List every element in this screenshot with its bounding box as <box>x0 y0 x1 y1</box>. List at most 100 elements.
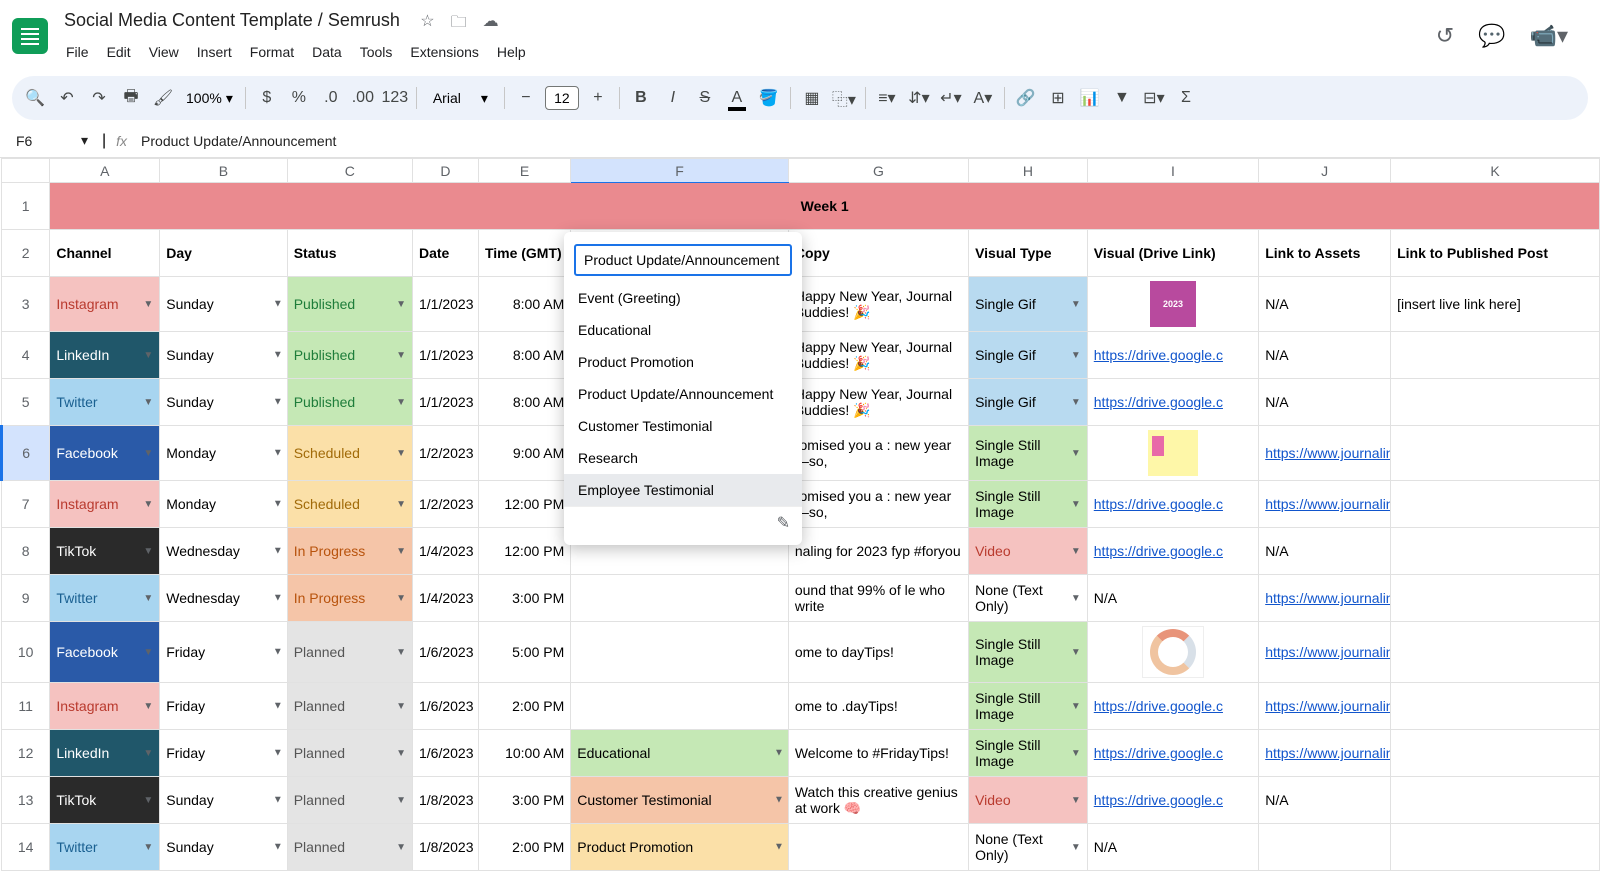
chevron-down-icon[interactable]: ▼ <box>396 397 406 408</box>
menu-file[interactable]: File <box>58 40 97 64</box>
decrease-decimal-icon[interactable]: .0 <box>316 83 346 113</box>
cell-date[interactable]: 1/8/2023 <box>413 777 479 824</box>
cell-drive[interactable] <box>1087 622 1258 683</box>
cell-visual-type[interactable]: Single Gif▼ <box>969 332 1088 379</box>
cell-channel[interactable]: Instagram▼ <box>50 481 160 528</box>
more-formats[interactable]: 123 <box>380 83 410 113</box>
cell-channel[interactable]: TikTok▼ <box>50 777 160 824</box>
chevron-down-icon[interactable]: ▼ <box>396 448 406 459</box>
chevron-down-icon[interactable]: ▼ <box>143 499 153 510</box>
cell-status[interactable]: Planned▼ <box>287 824 412 871</box>
increase-decimal-icon[interactable]: .00 <box>348 83 378 113</box>
cell-date[interactable]: 1/1/2023 <box>413 379 479 426</box>
chevron-down-icon[interactable]: ▼ <box>396 701 406 712</box>
cell-day[interactable]: Sunday▼ <box>160 332 287 379</box>
filter-views-icon[interactable]: ⊟▾ <box>1139 83 1169 113</box>
cell-time[interactable]: 3:00 PM <box>478 575 570 622</box>
font-select[interactable]: Arial▾ <box>423 90 498 107</box>
cell-time[interactable]: 9:00 AM <box>478 426 570 481</box>
cell-day[interactable]: Friday▼ <box>160 683 287 730</box>
cell-visual-type[interactable]: Single Still Image▼ <box>969 426 1088 481</box>
cell-time[interactable]: 8:00 AM <box>478 332 570 379</box>
cell-published[interactable] <box>1391 730 1600 777</box>
cell-copy[interactable]: ound that 99% of le who write <box>788 575 968 622</box>
chevron-down-icon[interactable]: ▼ <box>396 299 406 310</box>
cell-status[interactable]: Planned▼ <box>287 683 412 730</box>
chevron-down-icon[interactable]: ▼ <box>143 795 153 806</box>
header-time[interactable]: Time (GMT) <box>478 230 570 277</box>
row-9[interactable]: 9 <box>2 575 50 622</box>
chevron-down-icon[interactable]: ▼ <box>1071 593 1081 604</box>
chevron-down-icon[interactable]: ▼ <box>1071 701 1081 712</box>
cell-copy[interactable]: Happy New Year, Journal Buddies! 🎉 <box>788 277 968 332</box>
chevron-down-icon[interactable]: ▼ <box>143 748 153 759</box>
cell-status[interactable]: Planned▼ <box>287 777 412 824</box>
cell-published[interactable] <box>1391 575 1600 622</box>
cell-assets[interactable]: N/A <box>1259 332 1391 379</box>
valign-icon[interactable]: ⇵▾ <box>904 83 934 113</box>
chevron-down-icon[interactable]: ▼ <box>273 499 283 510</box>
menu-view[interactable]: View <box>141 40 187 64</box>
chevron-down-icon[interactable]: ▼ <box>273 842 283 853</box>
chevron-down-icon[interactable]: ▼ <box>143 842 153 853</box>
cell-visual-type[interactable]: Video▼ <box>969 777 1088 824</box>
cell-day[interactable]: Sunday▼ <box>160 824 287 871</box>
header-assets[interactable]: Link to Assets <box>1259 230 1391 277</box>
row-3[interactable]: 3 <box>2 277 50 332</box>
name-box[interactable]: F6▾ <box>12 128 92 153</box>
cell-assets[interactable] <box>1259 824 1391 871</box>
col-F[interactable]: F <box>571 159 789 183</box>
cell-day[interactable]: Monday▼ <box>160 481 287 528</box>
borders-icon[interactable]: ▦ <box>797 83 827 113</box>
chevron-down-icon[interactable]: ▼ <box>1071 397 1081 408</box>
header-date[interactable]: Date <box>413 230 479 277</box>
move-icon[interactable]: 🗀 <box>451 11 467 38</box>
cell-day[interactable]: Wednesday▼ <box>160 575 287 622</box>
chevron-down-icon[interactable]: ▼ <box>143 546 153 557</box>
cell-assets[interactable]: https://www.journalingwithfrien <box>1259 481 1391 528</box>
chevron-down-icon[interactable]: ▼ <box>1071 842 1081 853</box>
chevron-down-icon[interactable]: ▼ <box>143 397 153 408</box>
cell-visual-type[interactable]: Single Gif▼ <box>969 277 1088 332</box>
cell-date[interactable]: 1/1/2023 <box>413 332 479 379</box>
row-4[interactable]: 4 <box>2 332 50 379</box>
chevron-down-icon[interactable]: ▼ <box>143 350 153 361</box>
cell-topic[interactable] <box>571 575 789 622</box>
cell-assets[interactable]: https://www.journalingwithfrien <box>1259 575 1391 622</box>
cell-assets[interactable]: N/A <box>1259 379 1391 426</box>
cell-status[interactable]: Scheduled▼ <box>287 481 412 528</box>
cell-time[interactable]: 3:00 PM <box>478 777 570 824</box>
cell-date[interactable]: 1/4/2023 <box>413 575 479 622</box>
cell-time[interactable]: 12:00 PM <box>478 528 570 575</box>
bold-icon[interactable]: B <box>626 83 656 113</box>
col-D[interactable]: D <box>413 159 479 183</box>
cell-copy[interactable]: naling for 2023 fyp #foryou <box>788 528 968 575</box>
chevron-down-icon[interactable]: ▼ <box>396 842 406 853</box>
cell-published[interactable]: [insert live link here] <box>1391 277 1600 332</box>
cell-drive[interactable]: https://drive.google.c <box>1087 683 1258 730</box>
cell-copy[interactable]: ome to dayTips! <box>788 622 968 683</box>
col-B[interactable]: B <box>160 159 287 183</box>
cell-status[interactable]: Planned▼ <box>287 622 412 683</box>
link-icon[interactable]: 🔗 <box>1011 83 1041 113</box>
cell-status[interactable]: Published▼ <box>287 277 412 332</box>
italic-icon[interactable]: I <box>658 83 688 113</box>
history-icon[interactable]: ↺ <box>1436 23 1454 49</box>
cell-time[interactable]: 8:00 AM <box>478 277 570 332</box>
merge-icon[interactable]: ⿻▾ <box>829 83 859 113</box>
cell-channel[interactable]: Twitter▼ <box>50 379 160 426</box>
dropdown-option[interactable]: Product Update/Announcement <box>564 378 802 410</box>
header-published[interactable]: Link to Published Post <box>1391 230 1600 277</box>
menu-data[interactable]: Data <box>304 40 350 64</box>
comment-icon[interactable]: ⊞ <box>1043 83 1073 113</box>
cell-topic[interactable] <box>571 683 789 730</box>
cell-time[interactable]: 12:00 PM <box>478 481 570 528</box>
dropdown-option[interactable]: Event (Greeting) <box>564 282 802 314</box>
menu-extensions[interactable]: Extensions <box>402 40 486 64</box>
cell-date[interactable]: 1/4/2023 <box>413 528 479 575</box>
header-day[interactable]: Day <box>160 230 287 277</box>
cell-assets[interactable]: https://www.journalingwithfriends.com/bl… <box>1259 730 1391 777</box>
col-G[interactable]: G <box>788 159 968 183</box>
cell-date[interactable]: 1/2/2023 <box>413 481 479 528</box>
cell-visual-type[interactable]: None (Text Only)▼ <box>969 575 1088 622</box>
